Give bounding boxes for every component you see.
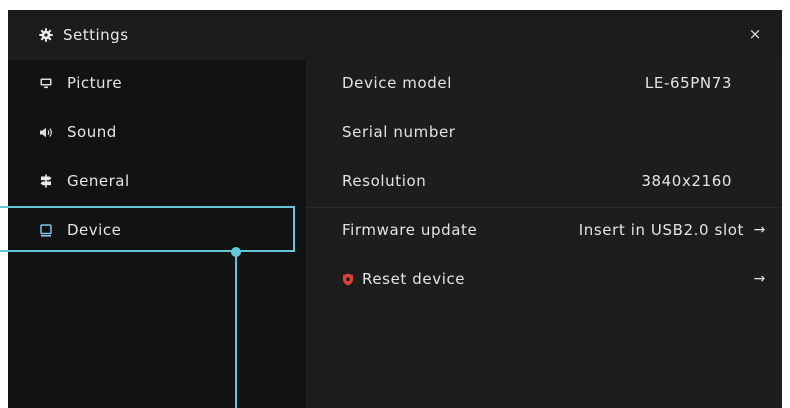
close-icon: × <box>748 25 762 43</box>
sidebar-item-sound[interactable]: Sound <box>8 109 306 155</box>
settings-window: Settings × Picture Sound General Device … <box>8 10 782 408</box>
sidebar-item-label: Device <box>67 221 122 239</box>
signpost-icon <box>39 174 53 188</box>
sidebar-item-general[interactable]: General <box>8 158 306 204</box>
serial-number-label: Serial number <box>342 123 456 141</box>
annotation-line <box>235 252 237 408</box>
sidebar-item-label: Picture <box>67 74 123 92</box>
monitor-icon <box>39 78 53 89</box>
firmware-update-label: Firmware update <box>342 221 478 239</box>
firmware-update-value: Insert in USB2.0 slot <box>578 221 744 239</box>
reset-device-row[interactable]: Reset device → <box>306 256 782 302</box>
resolution-label: Resolution <box>342 172 427 190</box>
reset-device-label-group: Reset device <box>342 270 465 288</box>
reset-device-label: Reset device <box>362 270 466 288</box>
sidebar-item-label: Sound <box>67 123 117 141</box>
serial-number-row: Serial number <box>306 109 782 155</box>
device-panel: Device model LE-65PN73 Serial number Res… <box>306 60 782 408</box>
sidebar-item-picture[interactable]: Picture <box>8 60 306 106</box>
window-title: Settings <box>39 24 129 46</box>
title-bar: Settings × <box>8 10 782 60</box>
speaker-icon <box>39 127 53 138</box>
gear-icon <box>39 28 53 42</box>
firmware-update-row[interactable]: Firmware update Insert in USB2.0 slot → <box>306 207 782 253</box>
resolution-value: 3840x2160 <box>641 172 732 190</box>
window-title-text: Settings <box>63 26 129 44</box>
close-button[interactable]: × <box>744 23 766 45</box>
shield-icon <box>342 273 354 286</box>
arrow-right-icon: → <box>753 271 766 287</box>
sidebar-item-label: General <box>67 172 130 190</box>
settings-sidebar: Picture Sound General Device <box>8 60 306 408</box>
device-icon <box>39 223 53 237</box>
resolution-row: Resolution 3840x2160 <box>306 158 782 204</box>
arrow-right-icon: → <box>753 222 766 238</box>
device-model-value: LE-65PN73 <box>644 74 732 92</box>
sidebar-item-device[interactable]: Device <box>8 207 306 253</box>
device-model-row: Device model LE-65PN73 <box>306 60 782 106</box>
device-model-label: Device model <box>342 74 452 92</box>
